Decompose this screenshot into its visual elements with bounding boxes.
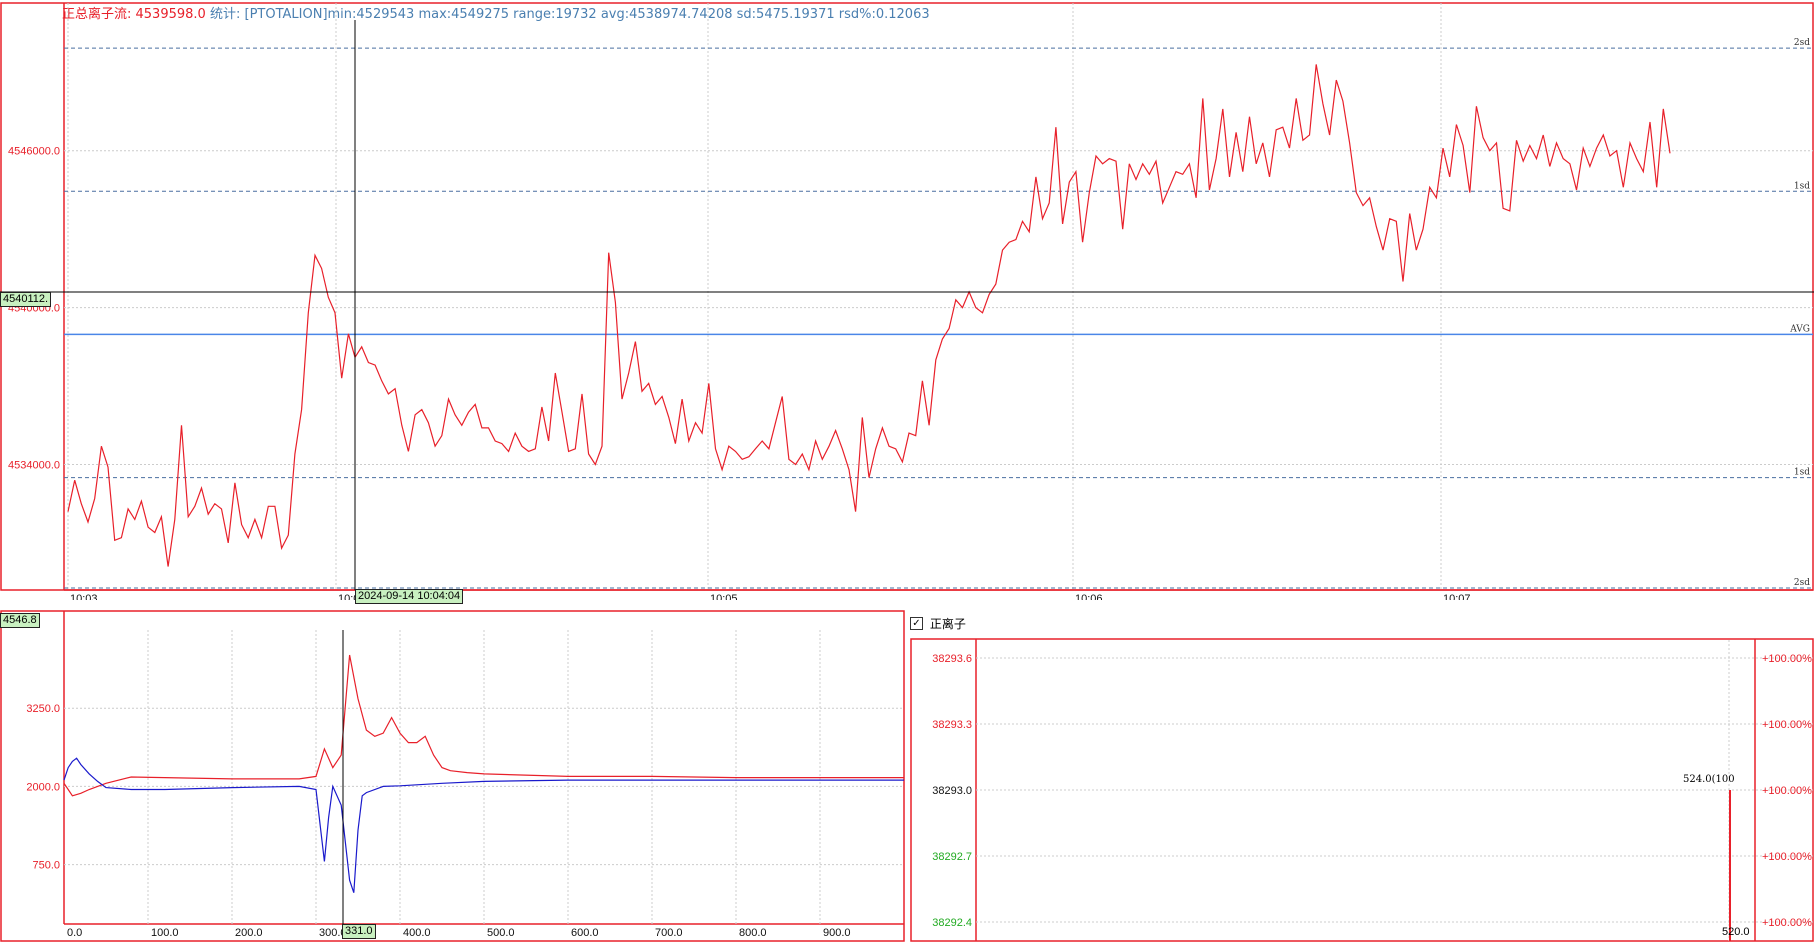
- positive-ion-x-label: 520.0: [1722, 926, 1750, 938]
- positive-ion-percent-label: +100.00%: [1762, 851, 1812, 863]
- spectrum-x-tick-label: 400.0: [403, 927, 431, 939]
- bar-peak-label: 524.0(100: [1683, 774, 1735, 785]
- main-chart-frame: [0, 2, 1814, 591]
- main-horizontal-grid: [64, 150, 1813, 465]
- main-x-tick-label: 10:07: [1443, 593, 1471, 600]
- spectrum-x-tick-label: 900.0: [823, 927, 851, 939]
- positive-ion-percent-label: +100.00%: [1762, 719, 1812, 731]
- positive-ion-y-label: 38293.6: [932, 653, 972, 665]
- spectrum-value-label: 4546.8: [0, 613, 40, 628]
- spectrum-y-tick-label: 3250.0: [26, 703, 60, 715]
- positive-ion-chart[interactable]: 38293.6 38293.3 38293.0 38292.7 38292.4 +100…: [910, 638, 1814, 942]
- main-sd-label: 2sd: [1794, 38, 1810, 48]
- main-sd-label: 2sd: [1794, 578, 1810, 588]
- spectrum-x-tick-label: 500.0: [487, 927, 515, 939]
- positive-ion-percent-label: +100.00%: [1762, 653, 1812, 665]
- positive-ion-percent-label: +100.00%: [1762, 785, 1812, 797]
- main-x-tick-labels: 10:03 10:04 10:05 10:06 10:07: [70, 593, 1471, 600]
- main-x-tick-label: 10:06: [1075, 593, 1103, 600]
- ptotalion-series-line: [67, 64, 1671, 567]
- spectrum-grid: [64, 630, 904, 924]
- main-reference-lines: [64, 47, 1813, 589]
- positive-ion-y-label: 38293.0: [932, 785, 972, 797]
- main-y-tick-label: 4534000.0: [8, 459, 60, 471]
- positive-ion-y-label: 38292.7: [932, 851, 972, 863]
- main-x-tick-label: 10:03: [70, 593, 98, 600]
- main-chart[interactable]: 4546000.04540000.04534000.0 2sd 1sd AVG 1sd…: [0, 0, 1814, 600]
- main-sd-label: 1sd: [1794, 181, 1810, 191]
- spectrum-x-tick-label: 0.0: [67, 927, 82, 939]
- spectrum-x-tick-label: 600.0: [571, 927, 599, 939]
- main-sd-label: AVG: [1789, 324, 1810, 334]
- main-y-tick-labels: 4546000.04540000.04534000.0: [8, 146, 60, 472]
- positive-ion-y-labels: 38293.6 38293.3 38293.0 38292.7 38292.4: [932, 653, 972, 929]
- positive-ion-label: 正离子: [929, 617, 966, 631]
- main-y-tick-label: 4546000.0: [8, 146, 60, 158]
- spectrum-x-tick-labels: 0.0 100.0 200.0 300.0 400.0 500.0 600.0 700.0 80…: [67, 927, 851, 939]
- spectrum-y-tick-label: 750.0: [32, 860, 60, 872]
- positive-ion-percent-label: +100.00%: [1762, 917, 1812, 929]
- positive-ion-grid: [976, 657, 1813, 923]
- spectrum-x-tick-label: 100.0: [151, 927, 179, 939]
- spectrum-chart-frame: [0, 610, 905, 942]
- spectrum-x-label: 331.0: [342, 924, 376, 939]
- main-x-tick-label: 10:05: [710, 593, 738, 600]
- main-vertical-grid: [67, 3, 1442, 590]
- positive-ion-right-labels: +100.00% +100.00% +100.00% +100.00% +100.00%: [1762, 653, 1812, 929]
- spectrum-y-tick-labels: 3250.0 2000.0 750.0: [26, 703, 60, 871]
- spectrum-x-tick-label: 200.0: [235, 927, 263, 939]
- spectrum-x-tick-label: 800.0: [739, 927, 767, 939]
- crosshair-value-label: 4540112.: [0, 292, 52, 307]
- checkbox-checked-icon[interactable]: ✓: [910, 617, 923, 630]
- spectrum-chart[interactable]: 3250.02000.0750.0 0.0 100.0 200.0 300.0 400.…: [0, 610, 910, 942]
- spectrum-x-tick-label: 700.0: [655, 927, 683, 939]
- positive-ion-toggle[interactable]: ✓ 正离子: [910, 615, 966, 632]
- main-sd-labels: 2sd 1sd AVG 1sd 2sd: [1789, 38, 1810, 588]
- positive-ion-y-label: 38292.4: [932, 917, 972, 929]
- crosshair-time-label: 2024-09-14 10:04:04: [355, 589, 464, 604]
- positive-ion-y-label: 38293.3: [932, 719, 972, 731]
- main-sd-label: 1sd: [1794, 468, 1810, 478]
- spectrum-y-tick-label: 2000.0: [26, 781, 60, 793]
